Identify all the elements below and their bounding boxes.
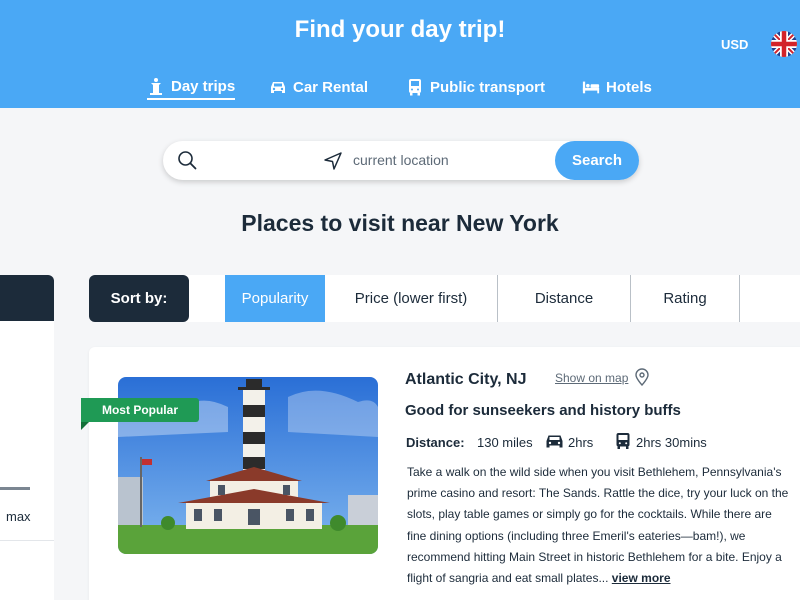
filter-panel: max	[0, 275, 54, 600]
description-line: recommend hitting Main Street in histori…	[407, 549, 782, 564]
nav-day-trips-label: Day trips	[171, 77, 236, 95]
search-icon[interactable]	[177, 150, 197, 170]
nav-hotels-label: Hotels	[606, 78, 652, 96]
slider-max-label: max	[6, 509, 31, 524]
description-line: flight of sangria and eat small plates..…	[407, 571, 609, 586]
sort-price[interactable]: Price (lower first)	[325, 275, 498, 322]
sort-rating[interactable]: Rating	[631, 275, 740, 322]
most-popular-badge: Most Popular	[81, 398, 199, 422]
car-icon	[546, 435, 563, 448]
search-button[interactable]: Search	[555, 141, 639, 180]
place-tagline: Good for sunseekers and history buffs	[405, 402, 681, 419]
uk-flag-icon[interactable]	[771, 31, 797, 57]
navigation-arrow-icon[interactable]	[323, 151, 343, 171]
sort-popularity[interactable]: Popularity	[225, 275, 325, 322]
main-nav: Day trips Car Rental Public transport Ho…	[0, 74, 800, 102]
description-last-line: flight of sangria and eat small plates..…	[407, 568, 800, 589]
description-line: Take a walk on the wild side when you vi…	[407, 465, 782, 479]
transit-time: 2hrs 30mins	[636, 435, 707, 450]
description-line: fine dining options (including three Eme…	[407, 528, 746, 543]
map-pin-icon[interactable]	[634, 368, 650, 386]
filter-panel-header	[0, 275, 54, 321]
price-slider[interactable]	[0, 487, 30, 490]
nav-public-transport-label: Public transport	[430, 78, 546, 96]
place-description: Take a walk on the wild side when you vi…	[407, 462, 800, 589]
badge-fold	[81, 422, 89, 430]
header: Find your day trip! USD Day trips Car Re…	[0, 0, 800, 108]
sort-label: Sort by:	[89, 275, 189, 322]
nav-hotels[interactable]: Hotels	[582, 74, 652, 100]
bus-icon	[409, 79, 421, 96]
car-time: 2hrs	[568, 435, 594, 450]
nav-day-trips[interactable]: Day trips	[147, 74, 236, 100]
description-line: slots, play table games or simply go for…	[407, 507, 772, 522]
view-more-link[interactable]: view more	[612, 571, 671, 585]
currency-selector[interactable]: USD	[721, 37, 748, 52]
distance-label: Distance:	[406, 435, 465, 450]
distance-value: 130 miles	[477, 435, 533, 450]
description-line: prime casino and resort: The Sands. Ratt…	[407, 486, 789, 501]
bed-icon	[582, 81, 600, 94]
search-input[interactable]: current location	[353, 152, 449, 168]
sort-distance[interactable]: Distance	[498, 275, 631, 322]
place-name[interactable]: Atlantic City, NJ	[405, 371, 527, 389]
bus-icon	[616, 433, 630, 449]
show-on-map-link[interactable]: Show on map	[555, 371, 628, 385]
nav-car-rental[interactable]: Car Rental	[269, 74, 368, 100]
page-title: Find your day trip!	[294, 16, 506, 43]
day-trips-icon	[150, 78, 162, 95]
section-title: Places to visit near New York	[241, 210, 559, 236]
nav-public-transport[interactable]: Public transport	[406, 74, 545, 100]
nav-car-rental-label: Car Rental	[293, 78, 369, 96]
car-icon	[271, 82, 285, 93]
divider	[0, 540, 54, 541]
